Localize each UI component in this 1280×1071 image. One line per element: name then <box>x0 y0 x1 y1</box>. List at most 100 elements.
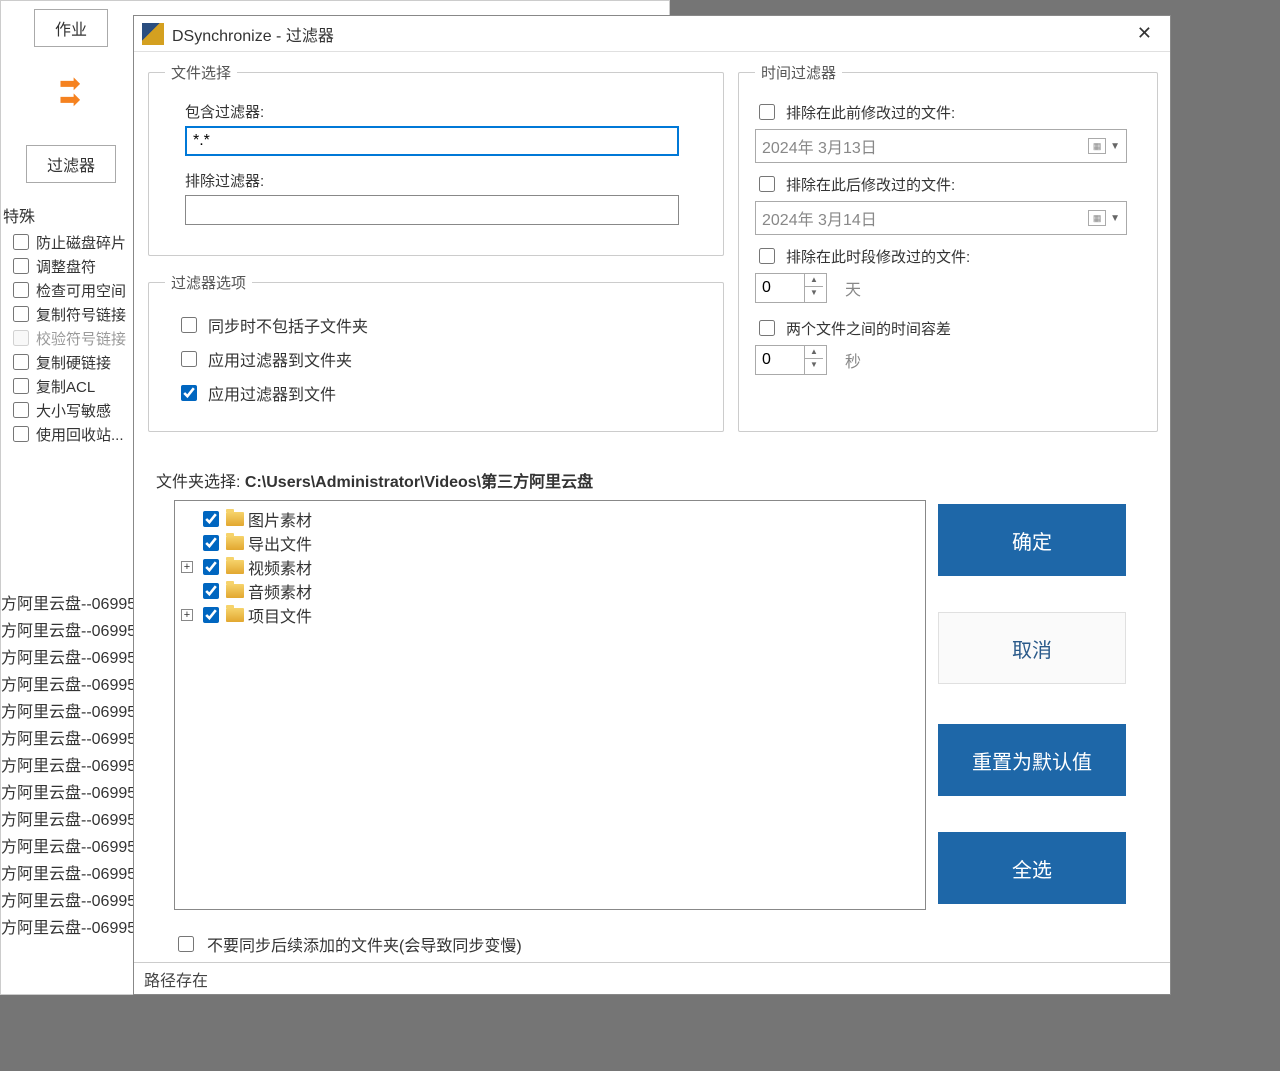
log-line: 方阿里云盘--06995 <box>1 672 136 699</box>
special-group-label: 特殊 <box>3 203 141 227</box>
folder-icon <box>226 560 244 574</box>
tolerance-input[interactable] <box>756 346 804 374</box>
check-exclude-period[interactable] <box>759 248 775 264</box>
check-copy-acl[interactable] <box>13 378 29 394</box>
filter-dialog: DSynchronize - 过滤器 ✕ 文件选择 包含过滤器: 排除过滤器: … <box>133 15 1171 995</box>
check-prevent-fragmentation[interactable] <box>13 234 29 250</box>
tolerance-spin[interactable]: ▲▼ <box>755 345 827 375</box>
tree-item[interactable]: 音频素材 <box>181 579 919 603</box>
time-filter-group: 时间过滤器 排除在此前修改过的文件: 2024年 3月13日 ▦▼ 排除在此后修… <box>738 62 1158 432</box>
chevron-down-icon: ▼ <box>1110 213 1120 224</box>
days-unit: 天 <box>845 276 861 300</box>
no-sync-new-folders-label: 不要同步后续添加的文件夹(会导致同步变慢) <box>207 932 522 956</box>
check-no-sync-new-folders[interactable] <box>178 936 194 952</box>
close-icon[interactable]: ✕ <box>1127 19 1162 48</box>
log-line: 方阿里云盘--06995 <box>1 645 136 672</box>
expand-icon[interactable]: + <box>181 561 193 573</box>
spin-up-icon[interactable]: ▲ <box>805 346 823 359</box>
check-available-space[interactable] <box>13 282 29 298</box>
folder-icon <box>226 536 244 550</box>
expand-icon[interactable]: + <box>181 609 193 621</box>
check-label: 复制硬链接 <box>36 352 111 373</box>
filter-options-group: 过滤器选项 同步时不包括子文件夹 应用过滤器到文件夹 应用过滤器到文件 <box>148 272 724 432</box>
log-line: 方阿里云盘--06995 <box>1 726 136 753</box>
tree-item-label: 项目文件 <box>248 603 312 627</box>
check-exclude-after[interactable] <box>759 176 775 192</box>
log-line: 方阿里云盘--06995 <box>1 591 136 618</box>
log-line: 方阿里云盘--06995 <box>1 888 136 915</box>
folder-tree[interactable]: 图片素材 导出文件 + 视频素材 音频素材 + <box>174 500 926 910</box>
include-filter-label: 包含过滤器: <box>185 101 707 122</box>
check-label: 大小写敏感 <box>36 400 111 421</box>
check-label: 防止磁盘碎片 <box>36 232 126 253</box>
check-exclude-before[interactable] <box>759 104 775 120</box>
filter-button-bg[interactable]: 过滤器 <box>26 145 116 183</box>
tree-checkbox[interactable] <box>203 607 219 623</box>
tree-checkbox[interactable] <box>203 535 219 551</box>
log-line: 方阿里云盘--06995 <box>1 780 136 807</box>
folder-icon <box>226 512 244 526</box>
exclude-before-label: 排除在此前修改过的文件: <box>786 102 955 123</box>
tree-checkbox[interactable] <box>203 583 219 599</box>
log-line: 方阿里云盘--06995 <box>1 834 136 861</box>
cancel-button[interactable]: 取消 <box>938 612 1126 684</box>
folder-select-path: C:\Users\Administrator\Videos\第三方阿里云盘 <box>245 474 593 491</box>
include-filter-input[interactable] <box>185 126 679 156</box>
calendar-icon: ▦ <box>1088 138 1106 154</box>
file-select-legend: 文件选择 <box>165 62 237 83</box>
folder-icon <box>226 584 244 598</box>
check-label: 校验符号链接 <box>36 328 126 349</box>
titlebar[interactable]: DSynchronize - 过滤器 ✕ <box>134 16 1170 52</box>
file-select-group: 文件选择 包含过滤器: 排除过滤器: <box>148 62 724 256</box>
tree-item-label: 图片素材 <box>248 507 312 531</box>
tree-checkbox[interactable] <box>203 511 219 527</box>
check-copy-hardlink[interactable] <box>13 354 29 370</box>
check-recycle-bin[interactable] <box>13 426 29 442</box>
date-after-field[interactable]: 2024年 3月14日 ▦▼ <box>755 201 1127 235</box>
folder-select-label: 文件夹选择: C:\Users\Administrator\Videos\第三方… <box>156 468 593 492</box>
exclude-filter-label: 排除过滤器: <box>185 170 707 191</box>
tree-checkbox[interactable] <box>203 559 219 575</box>
log-list: 方阿里云盘--06995 方阿里云盘--06995 方阿里云盘--06995 方… <box>1 591 136 942</box>
select-all-button[interactable]: 全选 <box>938 832 1126 904</box>
log-line: 方阿里云盘--06995 <box>1 753 136 780</box>
exclude-period-label: 排除在此时段修改过的文件: <box>786 246 970 267</box>
tree-item-label: 导出文件 <box>248 531 312 555</box>
check-adjust-drive[interactable] <box>13 258 29 274</box>
ok-button[interactable]: 确定 <box>938 504 1126 576</box>
check-no-subfolders[interactable] <box>181 317 197 333</box>
tree-item[interactable]: + 项目文件 <box>181 603 919 627</box>
tree-item[interactable]: 导出文件 <box>181 531 919 555</box>
check-label: 调整盘符 <box>36 256 96 277</box>
days-input[interactable] <box>756 274 804 302</box>
spin-down-icon[interactable]: ▼ <box>805 287 823 299</box>
exclude-filter-input[interactable] <box>185 195 679 225</box>
log-line: 方阿里云盘--06995 <box>1 699 136 726</box>
chevron-down-icon: ▼ <box>1110 141 1120 152</box>
time-filter-legend: 时间过滤器 <box>755 62 842 83</box>
spin-down-icon[interactable]: ▼ <box>805 359 823 371</box>
date-before-field[interactable]: 2024年 3月13日 ▦▼ <box>755 129 1127 163</box>
check-copy-symlink[interactable] <box>13 306 29 322</box>
tree-item-label: 音频素材 <box>248 579 312 603</box>
check-label: 复制ACL <box>36 376 95 397</box>
job-button[interactable]: 作业 <box>34 9 108 47</box>
check-case-sensitive[interactable] <box>13 402 29 418</box>
tree-item[interactable]: 图片素材 <box>181 507 919 531</box>
calendar-icon: ▦ <box>1088 210 1106 226</box>
days-spin[interactable]: ▲▼ <box>755 273 827 303</box>
spin-up-icon[interactable]: ▲ <box>805 274 823 287</box>
check-label: 检查可用空间 <box>36 280 126 301</box>
reset-button[interactable]: 重置为默认值 <box>938 724 1126 796</box>
check-apply-to-folders[interactable] <box>181 351 197 367</box>
log-line: 方阿里云盘--06995 <box>1 807 136 834</box>
check-label: 使用回收站... <box>36 424 124 445</box>
app-icon <box>142 23 164 45</box>
opt-label: 同步时不包括子文件夹 <box>208 313 368 337</box>
opt-label: 应用过滤器到文件 <box>208 381 336 405</box>
tree-item[interactable]: + 视频素材 <box>181 555 919 579</box>
folder-icon <box>226 608 244 622</box>
check-apply-to-files[interactable] <box>181 385 197 401</box>
log-line: 方阿里云盘--06995 <box>1 861 136 888</box>
check-time-tolerance[interactable] <box>759 320 775 336</box>
